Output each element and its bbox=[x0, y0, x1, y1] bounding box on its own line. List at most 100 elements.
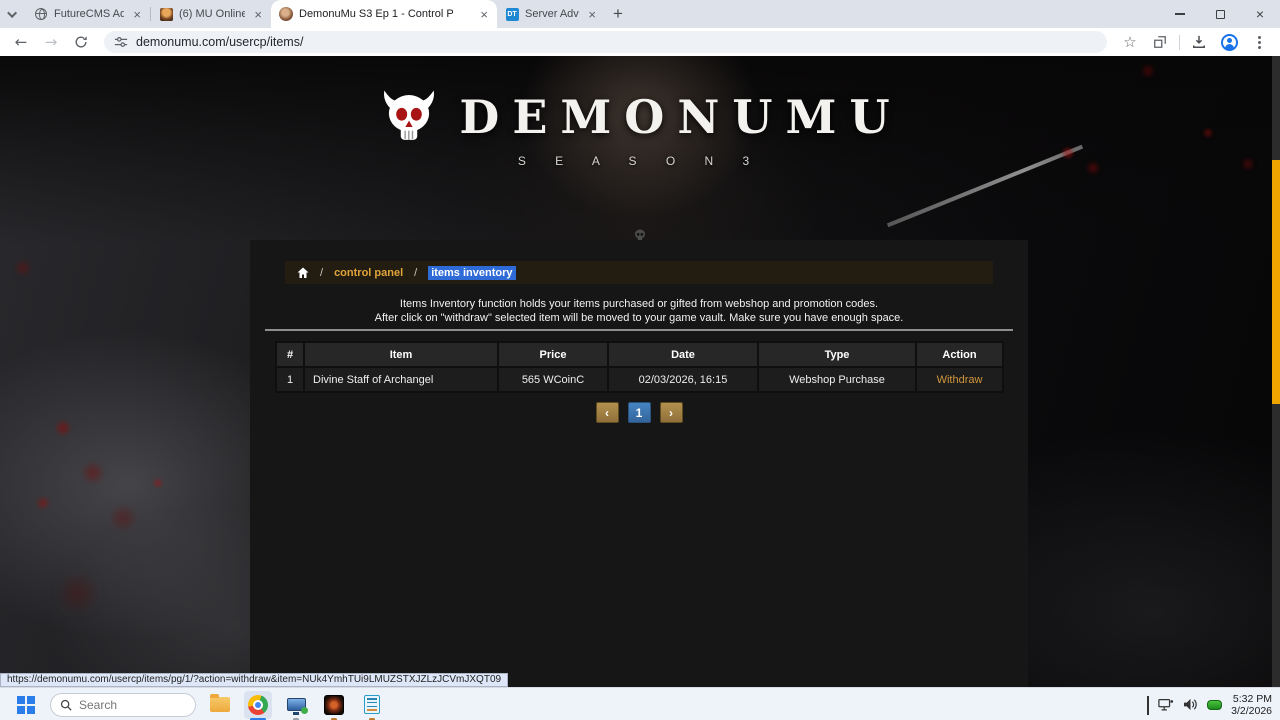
tab-strip: FutureCMS AdminCP × (6) MU Online Server… bbox=[0, 0, 1280, 28]
notepad-icon bbox=[364, 695, 380, 714]
tab-title: (6) MU Online Servers | RaGEZO bbox=[179, 8, 246, 20]
game-icon bbox=[324, 694, 344, 715]
file-explorer-button[interactable] bbox=[206, 691, 234, 719]
chrome-button[interactable] bbox=[244, 690, 272, 720]
maximize-icon bbox=[1215, 9, 1225, 19]
back-button[interactable]: ← bbox=[8, 30, 34, 54]
header-item: Item bbox=[303, 341, 499, 368]
game-launcher-button[interactable] bbox=[320, 691, 348, 720]
skull-logo-icon bbox=[384, 90, 435, 140]
pagination: ‹ 1 › bbox=[250, 402, 1028, 423]
content-panel: / control panel / items inventory Items … bbox=[250, 240, 1028, 687]
breadcrumb-control-panel-link[interactable]: control panel bbox=[334, 267, 403, 279]
windows-logo-icon bbox=[17, 695, 35, 714]
taskbar-search[interactable] bbox=[50, 692, 196, 717]
taskbar: 5:32 PM 3/2/2026 bbox=[0, 687, 1280, 720]
page-scrollbar[interactable] bbox=[1272, 56, 1280, 687]
profile-button[interactable] bbox=[1216, 30, 1242, 54]
breadcrumb: / control panel / items inventory bbox=[285, 261, 993, 284]
close-icon[interactable]: × bbox=[585, 7, 599, 22]
start-button[interactable] bbox=[12, 691, 40, 719]
downloads-button[interactable] bbox=[1186, 30, 1212, 54]
pagination-next-button[interactable]: › bbox=[659, 402, 683, 423]
blood-splatter-art bbox=[0, 56, 6, 62]
header-num: # bbox=[275, 341, 305, 368]
new-tab-button[interactable]: + bbox=[605, 1, 631, 27]
forward-button: → bbox=[44, 33, 58, 51]
search-input[interactable] bbox=[79, 697, 179, 712]
table-row: 1 Divine Staff of Archangel 565 WCoinC 0… bbox=[275, 366, 1004, 393]
computer-icon bbox=[286, 698, 308, 715]
breadcrumb-separator: / bbox=[320, 266, 324, 279]
table-header-row: # Item Price Date Type Action bbox=[275, 341, 1004, 368]
volume-icon[interactable] bbox=[1183, 698, 1198, 711]
cell-item: Divine Staff of Archangel bbox=[303, 366, 499, 393]
reload-button[interactable] bbox=[68, 30, 94, 54]
minimize-icon bbox=[1175, 13, 1185, 15]
pagination-page-1-button[interactable]: 1 bbox=[627, 402, 651, 423]
window-minimize-button[interactable] bbox=[1160, 0, 1200, 28]
window-maximize-button[interactable] bbox=[1200, 0, 1240, 28]
tray-clock[interactable]: 5:32 PM 3/2/2026 bbox=[1231, 693, 1272, 717]
this-pc-button[interactable] bbox=[282, 691, 310, 720]
folder-icon bbox=[210, 694, 230, 712]
download-icon bbox=[1193, 35, 1205, 48]
search-icon bbox=[60, 699, 72, 711]
window-close-button[interactable]: × bbox=[1240, 0, 1280, 28]
breadcrumb-separator: / bbox=[414, 266, 418, 279]
close-icon[interactable]: × bbox=[477, 7, 491, 22]
scrollbar-thumb[interactable] bbox=[1272, 160, 1280, 404]
toolbar-divider bbox=[1179, 34, 1180, 50]
tab-demonumu-active[interactable]: DemonuMu S3 Ep 1 - Control P × bbox=[271, 0, 497, 28]
bookmark-star-icon[interactable]: ☆ bbox=[1117, 30, 1143, 54]
site-info-icon[interactable] bbox=[114, 35, 128, 49]
tab-ragezone[interactable]: (6) MU Online Servers | RaGEZO × bbox=[151, 0, 271, 28]
window-controls: × bbox=[1160, 0, 1280, 28]
browser-toolbar: ← → demonumu.com/usercp/items/ ☆ bbox=[0, 28, 1280, 56]
chrome-icon bbox=[248, 694, 268, 715]
cell-date: 02/03/2026, 16:15 bbox=[607, 366, 759, 393]
header-type: Type bbox=[757, 341, 917, 368]
logo-title: DEMONUMU bbox=[459, 90, 903, 144]
demonumu-favicon-icon bbox=[279, 7, 293, 21]
description-line-2: After click on "withdraw" selected item … bbox=[374, 312, 904, 324]
header-price: Price bbox=[497, 341, 609, 368]
extensions-icon[interactable] bbox=[1147, 30, 1173, 54]
url-text[interactable]: demonumu.com/usercp/items/ bbox=[136, 35, 303, 49]
tray-expand-button[interactable] bbox=[1147, 695, 1150, 715]
logo-subtitle: S E A S O N 3 bbox=[517, 154, 763, 168]
menu-kebab-button[interactable] bbox=[1246, 30, 1272, 54]
tab-futurecms[interactable]: FutureCMS AdminCP × bbox=[26, 0, 150, 28]
avatar bbox=[1220, 33, 1238, 51]
header-date: Date bbox=[607, 341, 759, 368]
kebab-icon bbox=[1257, 35, 1261, 49]
tab-darksteam[interactable]: DT Server Advertisements | DarksT × bbox=[497, 0, 605, 28]
tab-title: Server Advertisements | DarksT bbox=[525, 8, 579, 20]
close-icon[interactable]: × bbox=[130, 7, 144, 22]
description-line-1: Items Inventory function holds your item… bbox=[399, 298, 879, 310]
items-inventory-table: # Item Price Date Type Action 1 Divine S… bbox=[275, 341, 1004, 393]
breadcrumb-current-page: items inventory bbox=[428, 265, 516, 280]
chevron-down-icon bbox=[6, 7, 17, 18]
close-icon[interactable]: × bbox=[251, 7, 265, 22]
globe-icon bbox=[34, 7, 48, 21]
header-action: Action bbox=[915, 341, 1004, 368]
network-icon[interactable] bbox=[1158, 698, 1174, 712]
tab-search-button[interactable] bbox=[0, 0, 26, 28]
pagination-prev-button[interactable]: ‹ bbox=[595, 402, 619, 423]
clock-date: 3/2/2026 bbox=[1231, 704, 1272, 717]
ragezone-favicon-icon bbox=[159, 7, 173, 21]
tray-app-icon[interactable] bbox=[1207, 699, 1223, 710]
site-logo: DEMONUMU S E A S O N 3 bbox=[0, 88, 1280, 168]
home-icon[interactable] bbox=[297, 267, 309, 279]
inventory-description: Items Inventory function holds your item… bbox=[250, 297, 1028, 325]
tab-title: FutureCMS AdminCP bbox=[54, 8, 125, 20]
withdraw-link[interactable]: Withdraw bbox=[937, 374, 983, 386]
address-bar[interactable]: demonumu.com/usercp/items/ bbox=[104, 31, 1107, 53]
notepad-button[interactable] bbox=[358, 691, 386, 720]
clock-time: 5:32 PM bbox=[1232, 692, 1272, 705]
reload-icon bbox=[75, 36, 87, 48]
divider bbox=[265, 329, 1013, 331]
webpage: DEMONUMU S E A S O N 3 / control panel /… bbox=[0, 56, 1280, 687]
cell-price: 565 WCoinC bbox=[497, 366, 609, 393]
